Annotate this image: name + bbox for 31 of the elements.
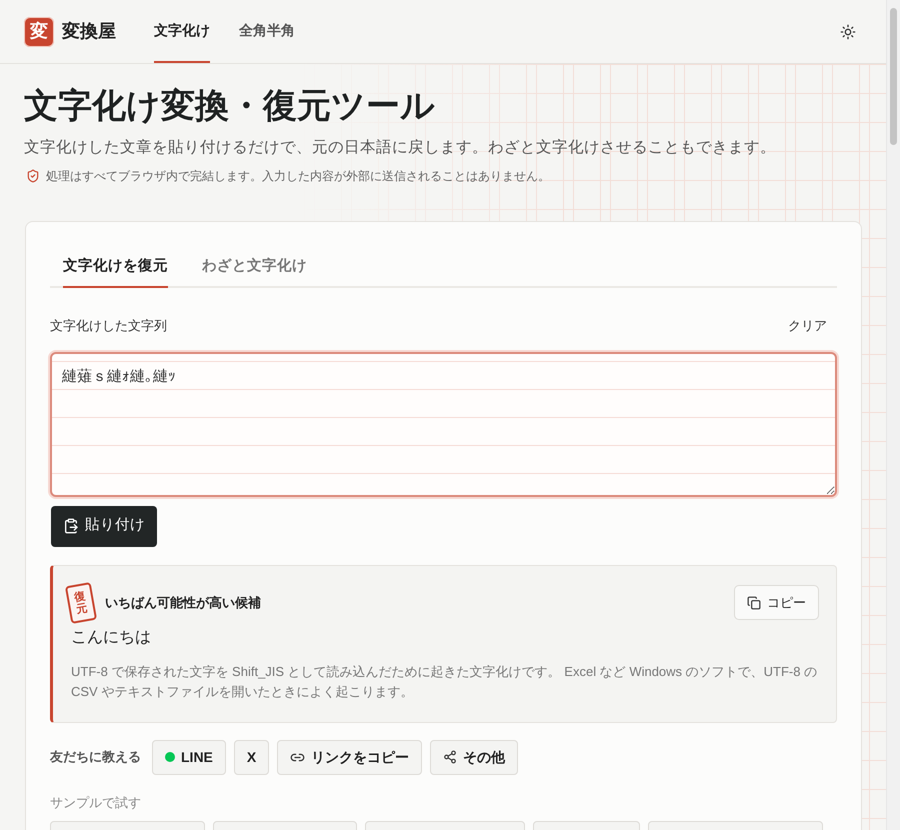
scrollbar[interactable]: [886, 0, 900, 830]
input-label: 文字化けした文字列: [50, 317, 167, 335]
shield-check-icon: [26, 169, 40, 183]
share-button[interactable]: LINE: [152, 740, 226, 774]
nav-link[interactable]: 全角半角: [239, 0, 295, 63]
tab[interactable]: 文字化けを復元: [63, 247, 168, 288]
paste-button[interactable]: 貼り付け: [51, 506, 157, 546]
seal-stamp: 復元: [64, 582, 98, 624]
result-text: こんにちは: [71, 628, 151, 648]
site-name[interactable]: 変換屋: [62, 18, 116, 45]
result-heading: いちばん可能性が高い候補: [105, 594, 261, 612]
share-button[interactable]: X: [234, 740, 270, 774]
page-title: 文字化け変換・復元ツール: [24, 86, 435, 127]
input-field[interactable]: 縺薙ｓ縺ｫ縺｡縺ｯ: [50, 352, 837, 496]
share-button[interactable]: リンクをコピー: [277, 740, 422, 774]
sun-icon: [840, 24, 856, 40]
share-icon: [443, 750, 458, 764]
clipboard-icon: [63, 518, 79, 534]
copy-button[interactable]: コピー: [734, 585, 819, 620]
samples-label: サンプルで試す: [50, 794, 141, 812]
tab[interactable]: わざと文字化け: [202, 247, 307, 288]
logo[interactable]: 変: [24, 16, 54, 46]
privacy-note: 処理はすべてブラウザ内で完結します。入力した内容が外部に送信されることはありません。: [46, 168, 550, 185]
scrollbar-thumb[interactable]: [890, 8, 897, 145]
share-button[interactable]: その他: [430, 740, 518, 774]
nav-link[interactable]: 文字化け: [154, 0, 210, 63]
clear-link[interactable]: クリア: [788, 316, 827, 336]
copy-icon: [747, 596, 761, 610]
result-explanation: UTF-8 で保存された文字を Shift_JIS として読み込んだために起きた文字化けです。 Excel など Windows のソフトで、UTF-8 の CSV やテキストファイルを開いたときによく起こります。: [71, 662, 818, 700]
page-subtitle: 文字化けした文章を貼り付けるだけで、元の日本語に戻します。わざと文字化けさせることもできます。: [24, 138, 776, 158]
share-label: 友だちに教える: [50, 748, 141, 766]
